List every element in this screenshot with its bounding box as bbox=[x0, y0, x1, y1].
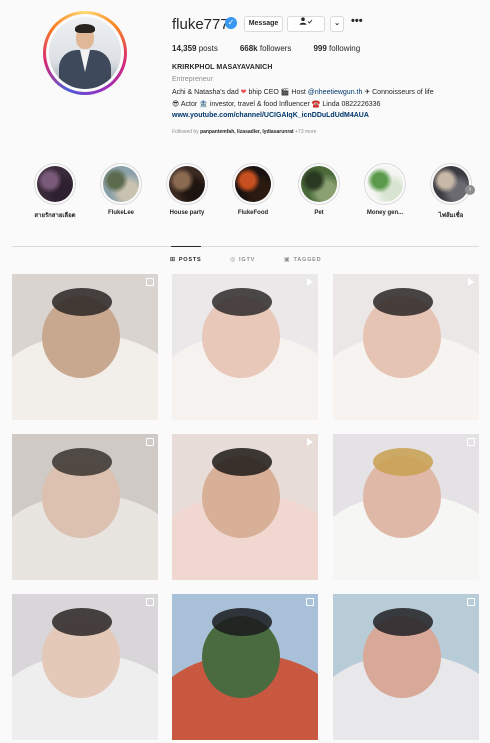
post-image-accent bbox=[212, 608, 272, 636]
story-highlight[interactable]: Pet bbox=[298, 163, 340, 216]
followed-by-text[interactable]: Followed by panpantemfah, lizasadler, ly… bbox=[172, 129, 316, 135]
carousel-icon bbox=[145, 598, 154, 606]
profile-bio-line-2: 😎 Actor 🏦 investor, travel & food Influe… bbox=[172, 101, 381, 108]
highlight-thumbnail bbox=[37, 166, 73, 202]
post-thumbnail[interactable] bbox=[333, 274, 479, 420]
profile-website-link[interactable]: www.youtube.com/channel/UCIGAIqK_icnDDuL… bbox=[172, 112, 369, 119]
carousel-icon bbox=[466, 598, 475, 606]
post-image-accent bbox=[212, 288, 272, 316]
story-highlight[interactable]: House party bbox=[166, 163, 208, 216]
highlight-cover[interactable] bbox=[298, 163, 340, 205]
carousel-icon bbox=[145, 278, 154, 286]
highlight-thumbnail bbox=[301, 166, 337, 202]
post-image-accent bbox=[373, 448, 433, 476]
post-thumbnail[interactable] bbox=[172, 434, 318, 580]
profile-category: Entrepreneur bbox=[172, 76, 213, 83]
bio-mention-link[interactable]: @nheetiewgun.th bbox=[308, 89, 363, 96]
video-icon bbox=[305, 278, 313, 286]
highlight-thumbnail bbox=[235, 166, 271, 202]
profile-avatar-ring[interactable] bbox=[43, 11, 127, 95]
highlight-cover[interactable] bbox=[166, 163, 208, 205]
posts-count: 14,359 posts bbox=[172, 44, 218, 53]
tab-tagged[interactable]: ▣ TAGGED bbox=[284, 256, 321, 264]
tab-posts[interactable]: ⊞ POSTS bbox=[170, 256, 201, 264]
carousel-icon bbox=[466, 438, 475, 446]
post-image-accent bbox=[52, 608, 112, 636]
profile-avatar[interactable] bbox=[49, 17, 121, 89]
story-highlight[interactable]: FlukeFood bbox=[232, 163, 274, 216]
igtv-icon: ◎ bbox=[230, 257, 237, 263]
post-image-accent bbox=[212, 448, 272, 476]
story-highlight[interactable]: Money gen... bbox=[364, 163, 406, 216]
story-highlight[interactable]: สายรักสายเลือด bbox=[34, 163, 76, 219]
highlight-cover[interactable] bbox=[100, 163, 142, 205]
tag-icon: ▣ bbox=[284, 257, 291, 263]
chevron-down-icon: ⌄ bbox=[334, 20, 340, 27]
highlight-thumbnail bbox=[433, 166, 469, 202]
post-image-accent bbox=[52, 448, 112, 476]
video-icon bbox=[466, 278, 474, 286]
post-image-accent bbox=[373, 608, 433, 636]
story-highlight[interactable]: ไฟส้มเชื่อ bbox=[430, 163, 472, 219]
followers-count[interactable]: 668k followers bbox=[240, 44, 292, 53]
highlight-thumbnail bbox=[103, 166, 139, 202]
post-thumbnail[interactable] bbox=[172, 274, 318, 420]
message-button[interactable]: Message bbox=[244, 16, 283, 32]
post-thumbnail[interactable] bbox=[12, 274, 158, 420]
post-thumbnail[interactable] bbox=[12, 434, 158, 580]
highlight-thumbnail bbox=[169, 166, 205, 202]
grid-icon: ⊞ bbox=[170, 257, 176, 263]
highlight-label: ไฟส้มเชื่อ bbox=[438, 213, 464, 219]
tabs-divider bbox=[12, 246, 479, 247]
active-tab-indicator bbox=[171, 246, 201, 247]
profile-bio-line-1: Achi & Natasha's dad ❤ bhip CEO 🎬 Host @… bbox=[172, 89, 434, 96]
highlights-next-arrow-icon[interactable]: › bbox=[465, 185, 475, 195]
video-icon bbox=[305, 438, 313, 446]
following-button[interactable] bbox=[287, 16, 325, 32]
post-image-accent bbox=[373, 288, 433, 316]
profile-full-name: KRIRKPHOL MASAYAVANICH bbox=[172, 64, 273, 71]
highlight-cover[interactable] bbox=[34, 163, 76, 205]
post-thumbnail[interactable] bbox=[12, 594, 158, 740]
following-count[interactable]: 999 following bbox=[313, 44, 360, 53]
suggested-dropdown-button[interactable]: ⌄ bbox=[330, 16, 344, 32]
post-image-accent bbox=[52, 288, 112, 316]
story-highlight[interactable]: FlukeLee bbox=[100, 163, 142, 216]
person-check-icon bbox=[299, 17, 313, 25]
profile-stats: 14,359 posts 668k followers 999 followin… bbox=[172, 44, 382, 53]
tab-igtv[interactable]: ◎ IGTV bbox=[230, 256, 255, 264]
post-thumbnail[interactable] bbox=[333, 434, 479, 580]
verified-badge-icon: ✓ bbox=[225, 17, 237, 29]
highlight-cover[interactable] bbox=[430, 163, 472, 205]
highlight-thumbnail bbox=[367, 166, 403, 202]
post-thumbnail[interactable] bbox=[333, 594, 479, 740]
post-thumbnail[interactable] bbox=[172, 594, 318, 740]
carousel-icon bbox=[305, 598, 314, 606]
profile-username: fluke777 bbox=[172, 16, 229, 33]
highlight-cover[interactable] bbox=[364, 163, 406, 205]
carousel-icon bbox=[145, 438, 154, 446]
highlight-cover[interactable] bbox=[232, 163, 274, 205]
more-options-icon[interactable]: ••• bbox=[351, 15, 363, 27]
